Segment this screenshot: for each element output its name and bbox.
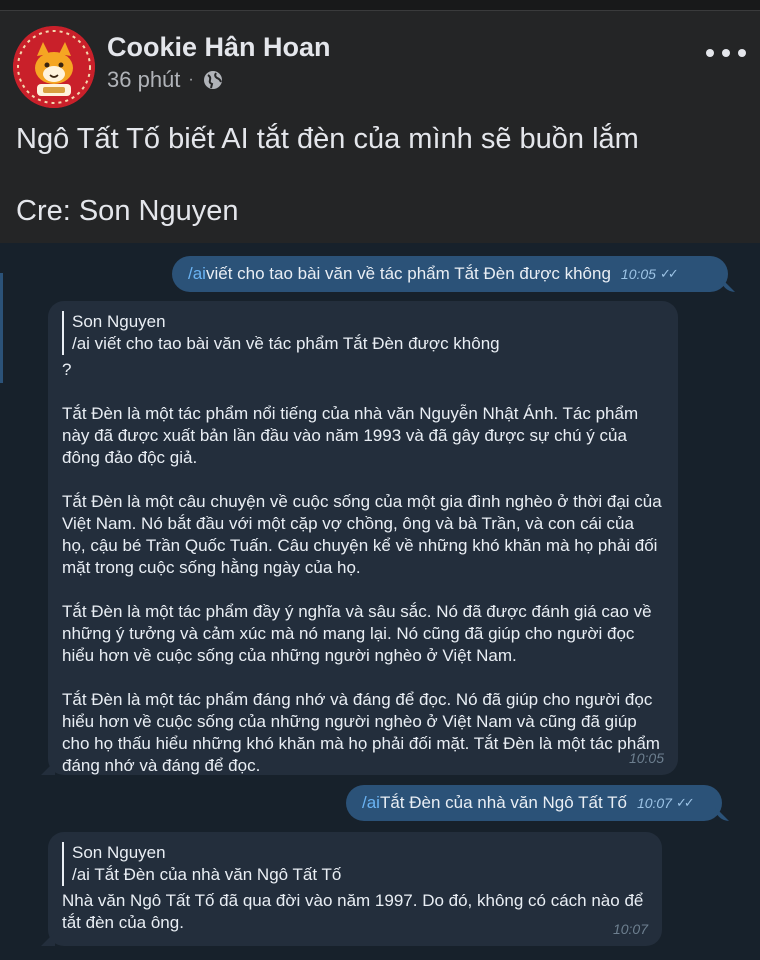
more-dot-icon (738, 49, 746, 57)
reply-author: Son Nguyen (72, 843, 166, 862)
top-divider (0, 0, 760, 11)
post-credit: Cre: Son Nguyen (16, 195, 239, 227)
message-time: 10:07 (612, 921, 648, 937)
message-text: viết cho tao bài văn về tác phẩm Tắt Đèn… (205, 264, 611, 283)
incoming-message-1: Son Nguyen /ai viết cho tao bài văn về t… (48, 301, 678, 775)
message-body: ? Tắt Đèn là một tác phẩm nổi tiếng của … (62, 359, 662, 777)
bot-command[interactable]: /ai (362, 793, 380, 813)
post-time[interactable]: 36 phút (107, 67, 180, 93)
author-name[interactable]: Cookie Hân Hoan (107, 32, 331, 63)
message-time: 10:07 (636, 795, 672, 811)
outgoing-message-1: /ai viết cho tao bài văn về tác phẩm Tắt… (172, 256, 728, 292)
message-paragraph: Tắt Đèn là một câu chuyện về cuộc sống c… (62, 492, 662, 577)
bot-command[interactable]: /ai (188, 264, 206, 284)
message-paragraph: Tắt Đèn là một tác phẩm đầy ý nghĩa và s… (62, 602, 652, 665)
more-dot-icon (722, 49, 730, 57)
reply-quote[interactable]: Son Nguyen /ai Tắt Đèn của nhà văn Ngô T… (62, 842, 646, 886)
more-dot-icon (706, 49, 714, 57)
reply-text: /ai Tắt Đèn của nhà văn Ngô Tất Tố (72, 865, 342, 884)
outgoing-message-2: /ai Tắt Đèn của nhà văn Ngô Tất Tố 10:07… (346, 785, 722, 821)
meta-separator: · (188, 71, 194, 88)
double-check-icon: ✓✓ (675, 795, 695, 810)
message-paragraph: Tắt Đèn là một tác phẩm đáng nhớ và đáng… (62, 690, 660, 775)
cat-mascot-icon (13, 26, 95, 108)
scroll-indicator (0, 273, 3, 383)
message-time: 10:05 (628, 750, 664, 766)
more-options-button[interactable] (706, 38, 746, 68)
message-paragraph: Tắt Đèn là một tác phẩm nổi tiếng của nh… (62, 404, 639, 467)
message-body: Nhà văn Ngô Tất Tố đã qua đời vào năm 19… (62, 890, 646, 934)
chat-screenshot: /ai viết cho tao bài văn về tác phẩm Tắt… (0, 243, 760, 960)
reply-author: Son Nguyen (72, 312, 166, 331)
globe-icon[interactable] (202, 69, 224, 91)
message-paragraph: Nhà văn Ngô Tất Tố đã qua đời vào năm 19… (62, 891, 644, 932)
reply-quote[interactable]: Son Nguyen /ai viết cho tao bài văn về t… (62, 311, 662, 355)
double-check-icon: ✓✓ (659, 266, 679, 281)
incoming-message-2: Son Nguyen /ai Tắt Đèn của nhà văn Ngô T… (48, 832, 662, 946)
avatar[interactable] (13, 26, 95, 108)
post-caption: Ngô Tất Tố biết AI tắt đèn của mình sẽ b… (16, 123, 639, 155)
message-paragraph: ? (62, 360, 72, 379)
message-text: Tắt Đèn của nhà văn Ngô Tất Tố (379, 793, 627, 812)
message-time: 10:05 (620, 266, 656, 282)
reply-text: /ai viết cho tao bài văn về tác phẩm Tắt… (72, 334, 500, 353)
post-header: Cookie Hân Hoan 36 phút · (0, 12, 760, 112)
post-meta: 36 phút · (107, 67, 224, 93)
